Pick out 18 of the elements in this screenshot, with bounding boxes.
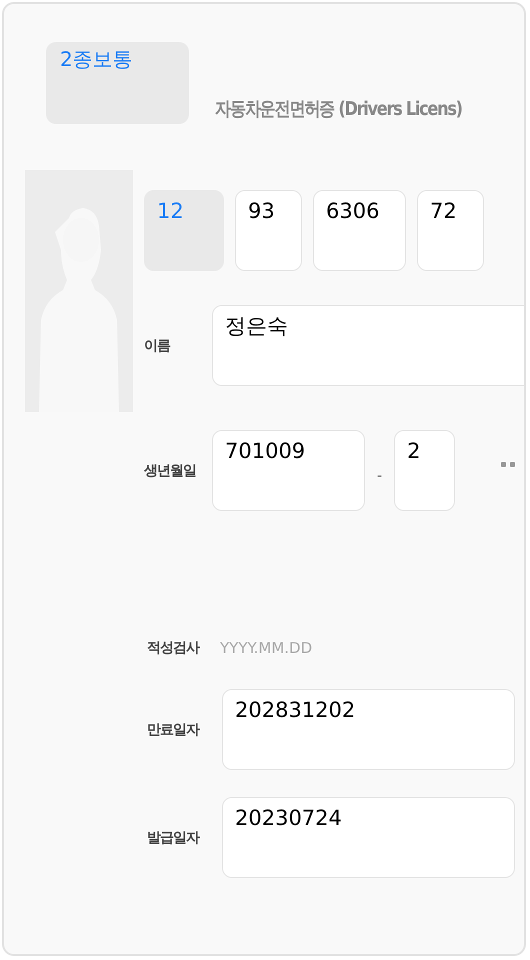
card-title: 자동차운전면허증 (Drivers Licens) — [215, 97, 462, 122]
number-field[interactable]: 6306 — [313, 190, 406, 271]
name-field[interactable]: 정은숙 — [212, 305, 524, 386]
input-field[interactable]: YYYY.MM.DD — [220, 639, 340, 657]
number-field[interactable]: 72 — [417, 190, 484, 271]
dots-icon — [501, 462, 516, 467]
field-label: 발급일자 — [147, 828, 200, 846]
birth-date-field[interactable]: 701009 — [212, 430, 365, 511]
issue-date-field[interactable]: 20230724 — [222, 797, 515, 878]
license-class: 2종보통 — [46, 42, 189, 124]
number-field[interactable]: 93 — [235, 190, 302, 271]
field-label: 이름 — [144, 336, 172, 354]
field-label: 생년월일 — [144, 462, 197, 480]
expiry-date-field[interactable]: 202831202 — [222, 689, 515, 770]
field-label: 만료일자 — [147, 720, 200, 738]
separator: - — [377, 468, 382, 484]
gender-digit-field[interactable]: 2 — [394, 430, 456, 511]
field-label: 적성검사 — [147, 639, 200, 657]
